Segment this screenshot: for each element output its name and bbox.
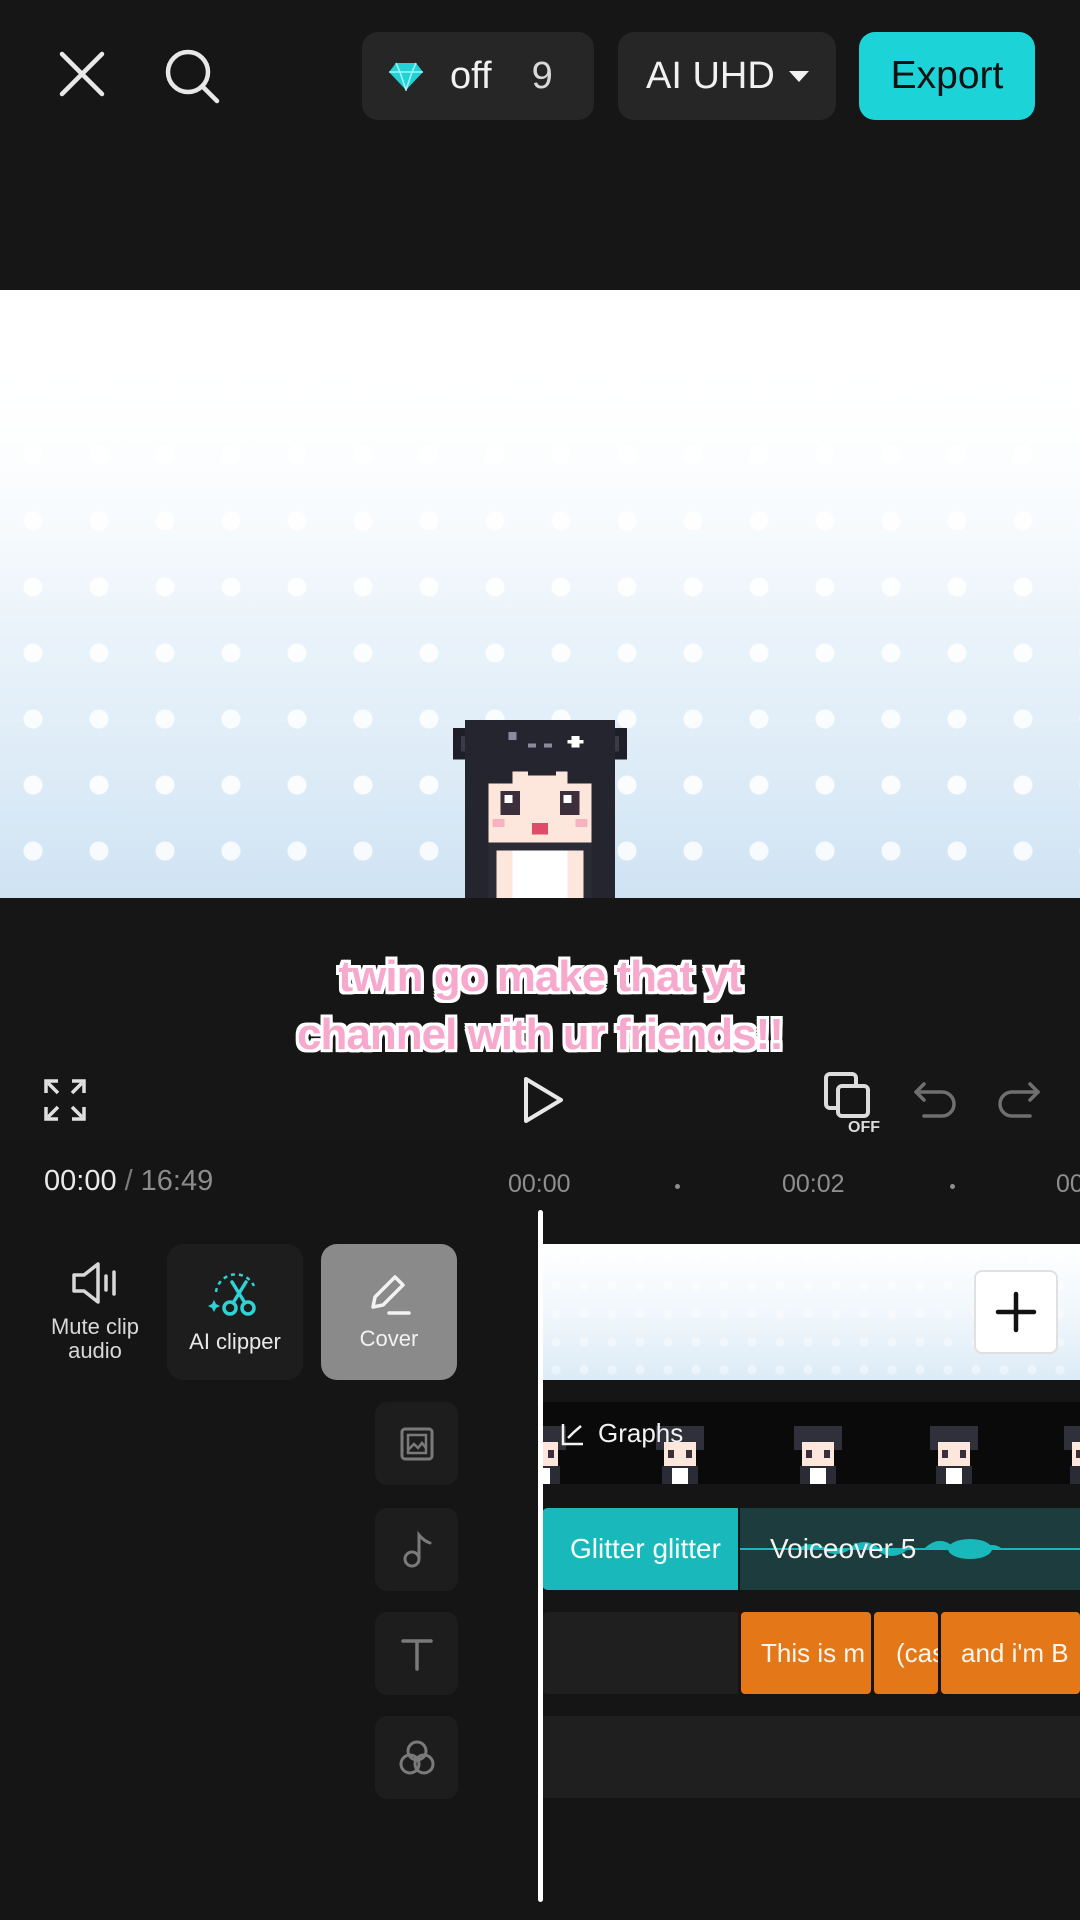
undo-icon — [914, 1082, 956, 1118]
plus-icon — [995, 1291, 1037, 1333]
mute-clip-audio-button[interactable]: Mute clip audio — [27, 1244, 163, 1380]
top-bar: off 9 AI UHD Export — [0, 0, 1080, 290]
quality-dropdown[interactable]: AI UHD — [618, 32, 836, 120]
redo-button[interactable] — [992, 1076, 1044, 1124]
text-icon — [400, 1638, 433, 1671]
keyframe-icon: OFF — [824, 1072, 880, 1136]
quality-label: AI UHD — [646, 54, 775, 97]
time-separator: / — [124, 1165, 133, 1197]
audio-track-button[interactable] — [375, 1508, 458, 1591]
redo-icon — [998, 1082, 1040, 1118]
music-note-icon — [403, 1530, 431, 1567]
text-clip[interactable]: (cas — [874, 1612, 938, 1694]
sticker-thumbnail — [794, 1426, 842, 1484]
audio-clip[interactable]: Glitter glitter — [542, 1508, 738, 1590]
text-track-empty — [542, 1612, 738, 1694]
close-button[interactable] — [50, 42, 114, 106]
voiceover-label: Voiceover 5 — [770, 1533, 917, 1564]
text-track: This is m (cas and i'm B — [542, 1612, 1080, 1694]
sticker-thumbnail — [1064, 1426, 1080, 1484]
ruler-label: 00:02 — [782, 1170, 845, 1198]
sticker-track[interactable]: Graphs — [542, 1402, 1080, 1484]
ruler-label: 00:00 — [508, 1170, 571, 1198]
effects-track-button[interactable] — [375, 1716, 458, 1799]
image-icon — [400, 1427, 433, 1460]
add-clip-button[interactable] — [974, 1270, 1058, 1354]
timecode: 00:00/16:49 — [44, 1165, 213, 1198]
cover-button[interactable]: Cover — [321, 1244, 457, 1380]
fullscreen-icon — [44, 1079, 86, 1121]
diamond-icon — [389, 62, 423, 91]
graph-icon — [561, 1423, 583, 1445]
play-icon — [524, 1077, 563, 1123]
credits-count: 9 — [531, 54, 553, 97]
cover-label: Cover — [359, 1326, 419, 1351]
scissors-icon — [208, 1273, 256, 1316]
sticker-clip-title: Graphs — [560, 1418, 683, 1449]
sticker-thumbnail — [930, 1426, 978, 1484]
playhead[interactable] — [538, 1210, 543, 1902]
pencil-icon — [371, 1275, 411, 1315]
undo-button[interactable] — [910, 1076, 962, 1124]
credits-toggle[interactable]: off 9 — [362, 32, 594, 120]
effects-track[interactable] — [542, 1716, 1080, 1798]
pixel-character-image — [452, 720, 628, 898]
sticker-clip-label: Graphs — [598, 1418, 684, 1448]
total-duration: 16:49 — [140, 1165, 214, 1197]
mute-clip-audio-label: Mute clip audio — [50, 1314, 140, 1363]
text-clip[interactable]: This is m — [741, 1612, 871, 1694]
audio-track: Glitter glitter Voiceover 5 — [542, 1508, 1080, 1590]
ruler-label: 00 — [1056, 1170, 1080, 1198]
search-button[interactable] — [158, 42, 226, 110]
ruler-dot — [675, 1184, 680, 1189]
fullscreen-button[interactable] — [40, 1075, 90, 1125]
caption-line-2: channel with ur friends!! — [297, 1010, 784, 1059]
ai-clipper-button[interactable]: AI clipper — [167, 1244, 303, 1380]
credits-status: off — [450, 54, 492, 97]
export-button[interactable]: Export — [859, 32, 1035, 120]
voiceover-clip[interactable]: Voiceover 5 — [740, 1508, 1080, 1590]
video-preview[interactable] — [0, 290, 1080, 898]
ruler-dot — [950, 1184, 955, 1189]
play-button[interactable] — [515, 1072, 571, 1128]
sticker-track-button[interactable] — [375, 1402, 458, 1485]
caption-text[interactable]: twin go make that yt channel with ur fri… — [0, 948, 1080, 1064]
current-time: 00:00 — [44, 1165, 117, 1197]
caption-line-1: twin go make that yt — [338, 952, 743, 1001]
keyframe-toggle[interactable]: OFF — [820, 1070, 886, 1136]
close-icon — [59, 51, 105, 97]
effects-icon — [399, 1740, 434, 1774]
caret-down-icon — [788, 70, 809, 82]
speaker-icon — [72, 1262, 116, 1304]
text-clip[interactable]: and i'm B — [941, 1612, 1080, 1694]
search-icon — [165, 49, 220, 104]
text-track-button[interactable] — [375, 1612, 458, 1695]
keyframe-off-label: OFF — [848, 1119, 880, 1136]
ai-clipper-label: AI clipper — [189, 1329, 281, 1354]
